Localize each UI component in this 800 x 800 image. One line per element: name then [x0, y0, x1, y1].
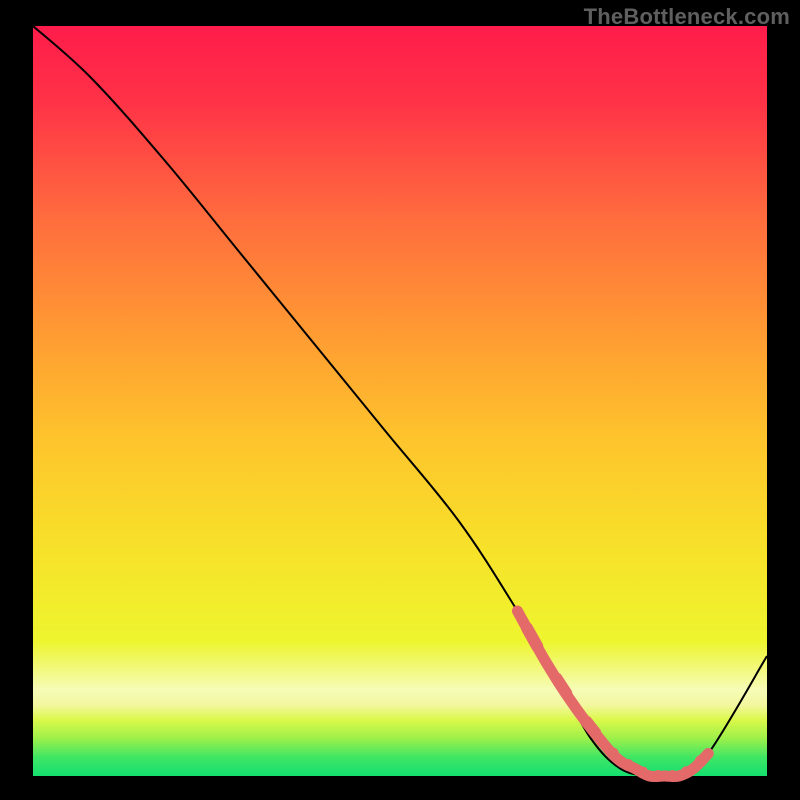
- bottleneck-chart: [0, 0, 800, 800]
- watermark-text: TheBottleneck.com: [584, 4, 790, 30]
- chart-stage: TheBottleneck.com: [0, 0, 800, 800]
- plot-background: [33, 26, 767, 776]
